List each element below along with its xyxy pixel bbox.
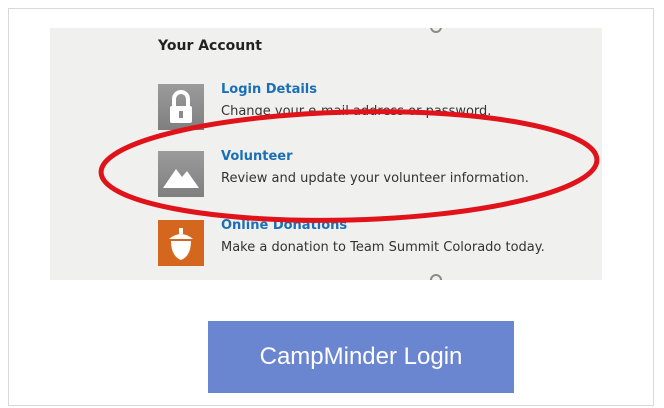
scroll-indicator-bottom	[430, 274, 442, 280]
online-donations-description: Make a donation to Team Summit Colorado …	[221, 240, 545, 255]
acorn-icon	[158, 220, 204, 266]
highlight-ellipse	[98, 109, 600, 223]
campminder-login-button[interactable]: CampMinder Login	[208, 321, 514, 393]
login-details-link[interactable]: Login Details	[221, 82, 317, 97]
section-title: Your Account	[158, 38, 262, 54]
scroll-indicator-top	[430, 28, 442, 33]
